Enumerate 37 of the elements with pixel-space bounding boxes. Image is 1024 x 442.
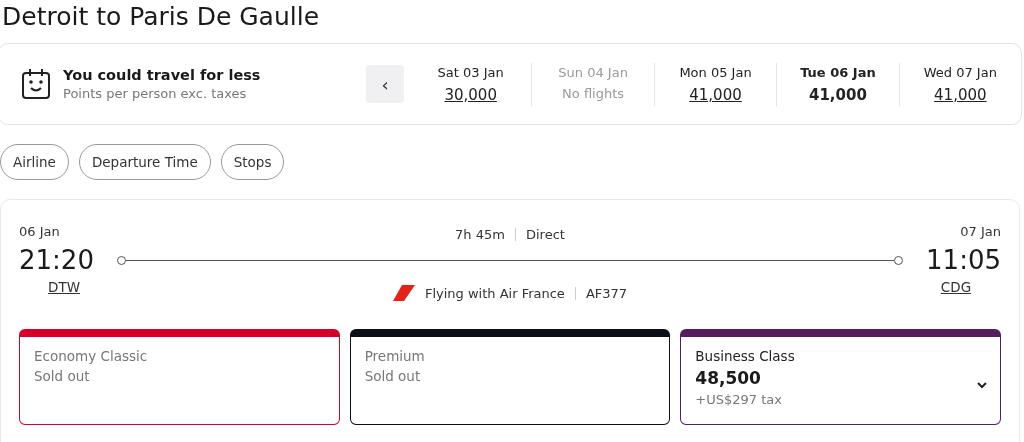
fare-tax: +US$297 tax [695, 392, 782, 407]
airline-logo-icon [392, 285, 415, 301]
fare-name: Business Class [695, 348, 795, 364]
no-flights-text: No flights [562, 85, 625, 101]
sold-out-text: Sold out [34, 368, 90, 384]
fare-name: Economy Classic [34, 348, 148, 364]
date-price-link[interactable]: 41,000 [689, 85, 742, 104]
fare-name: Premium [364, 348, 425, 364]
promo-subtext: Points per person exc. taxes [63, 86, 248, 101]
arrival-airport-link[interactable]: CDG [940, 279, 972, 295]
fare-card[interactable]: Business Class 48,500 +US$297 tax [680, 329, 1001, 425]
filter-button[interactable]: Airline [0, 144, 69, 180]
operator-text: Flying with Air France [424, 285, 565, 301]
sold-out-text: Sold out [364, 368, 421, 384]
departure-date: 06 Jan [19, 224, 60, 239]
date-label: Sun 04 Jan [558, 64, 628, 80]
filter-button[interactable]: Stops [220, 144, 285, 180]
filter-button[interactable]: Departure Time [78, 144, 211, 180]
calendar-smile-icon [21, 68, 51, 100]
arrival-date: 07 Jan [960, 224, 1001, 239]
fare-price: 48,500 [695, 368, 761, 388]
stops-text: Direct [525, 226, 565, 242]
departure-airport-link[interactable]: DTW [48, 279, 80, 295]
duration-text: 7h 45m [455, 226, 505, 242]
chevron-down-icon[interactable] [976, 381, 988, 389]
promo-heading: You could travel for less [63, 67, 261, 83]
date-label: Wed 07 Jan [923, 64, 997, 80]
arrival-time: 11:05 [926, 245, 1001, 275]
date-label: Tue 06 Jan [800, 64, 876, 80]
previous-dates-button[interactable]: ‹ [366, 65, 404, 103]
departure-time: 21:20 [19, 245, 94, 275]
date-price-link[interactable]: 30,000 [444, 85, 497, 104]
date-price-link[interactable]: 41,000 [934, 85, 987, 104]
flight-number: AF377 [585, 285, 628, 301]
date-label: Sat 03 Jan [437, 64, 504, 80]
date-label: Mon 05 Jan [679, 64, 752, 80]
page-title: Detroit to Paris De Gaulle [1, 1, 321, 33]
